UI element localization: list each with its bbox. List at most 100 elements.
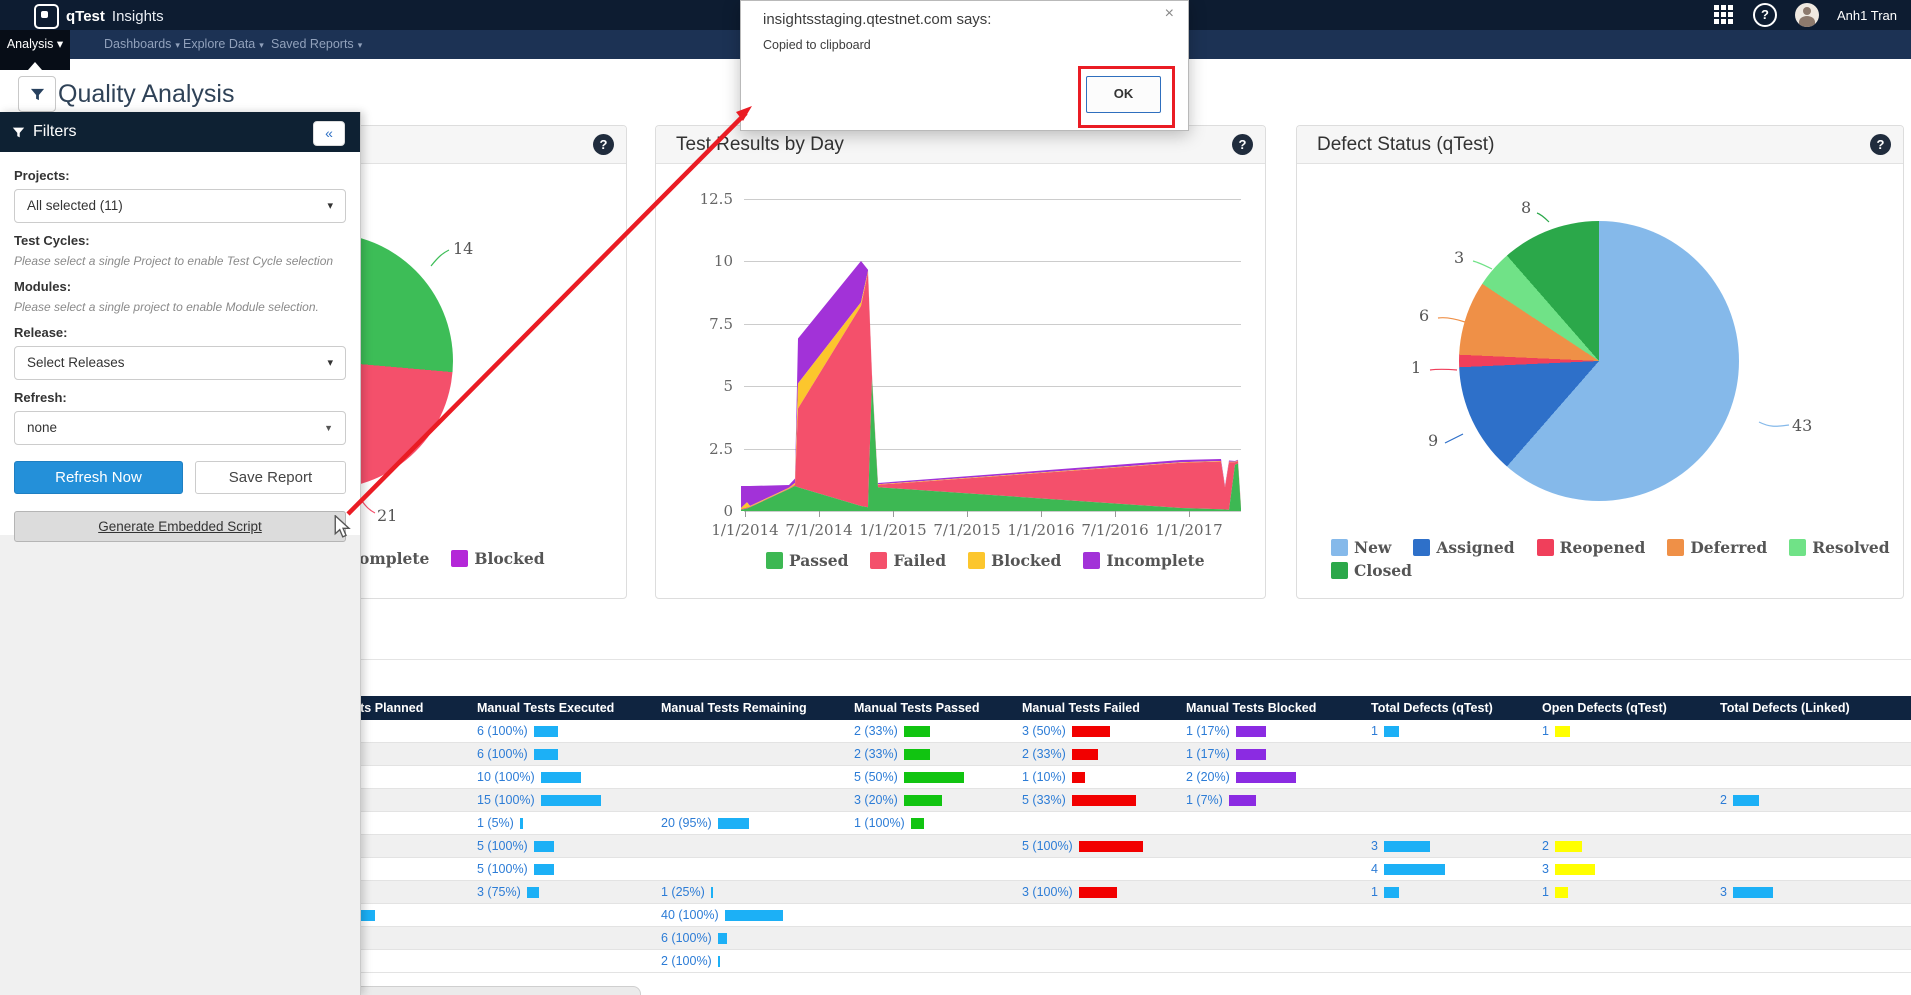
avatar[interactable] (1795, 3, 1819, 27)
cell-value-link[interactable]: 3 (75%) (477, 885, 521, 899)
cell-value-link[interactable]: 2 (1720, 793, 1727, 807)
column-header[interactable]: Manual Tests Blocked (1178, 701, 1363, 715)
table-cell: 2 (20%) (1178, 770, 1363, 784)
pie-chart[interactable] (1459, 221, 1739, 501)
cell-value-link[interactable]: 1 (100%) (854, 816, 905, 830)
help-icon[interactable]: ? (1753, 3, 1777, 27)
legend-label: Closed (1354, 561, 1412, 580)
cell-value-link[interactable]: 2 (20%) (1186, 770, 1230, 784)
cell-value-link[interactable]: 3 (1542, 862, 1549, 876)
cell-value-link[interactable]: 5 (100%) (477, 839, 528, 853)
pie-data-label: 43 (1792, 416, 1812, 435)
table-cell: 3 (100%) (1014, 885, 1178, 899)
cell-value-link[interactable]: 5 (100%) (477, 862, 528, 876)
legend-item[interactable]: Assigned (1413, 538, 1514, 557)
refresh-select[interactable]: none ▼ (14, 411, 346, 445)
legend-item[interactable]: Reopened (1537, 538, 1646, 557)
cell-value-link[interactable]: 20 (95%) (661, 816, 712, 830)
cell-value-link[interactable]: 5 (33%) (1022, 793, 1066, 807)
close-icon[interactable]: × (1165, 5, 1174, 23)
table-row: 6 (100%) (285, 927, 1911, 950)
legend-item[interactable]: Incomplete (1083, 551, 1204, 570)
column-header[interactable]: Manual Tests Failed (1014, 701, 1178, 715)
legend-item[interactable]: Passed (766, 551, 848, 570)
legend-item[interactable]: Closed (1331, 561, 1412, 580)
cell-bar (1072, 772, 1085, 783)
cell-value-link[interactable]: 1 (25%) (661, 885, 705, 899)
cell-value-link[interactable]: 1 (1371, 724, 1378, 738)
cell-bar (904, 749, 930, 760)
cell-value-link[interactable]: 4 (1371, 862, 1378, 876)
save-report-button[interactable]: Save Report (195, 461, 346, 494)
cell-value-link[interactable]: 15 (100%) (477, 793, 535, 807)
test-cycles-label: Test Cycles: (14, 233, 346, 248)
cell-value-link[interactable]: 5 (50%) (854, 770, 898, 784)
legend-item[interactable]: Blocked (451, 549, 544, 568)
cell-value-link[interactable]: 40 (100%) (661, 908, 719, 922)
cell-value-link[interactable]: 2 (33%) (1022, 747, 1066, 761)
column-header[interactable]: Open Defects (qTest) (1534, 701, 1712, 715)
refresh-now-button[interactable]: Refresh Now (14, 461, 183, 494)
question-icon[interactable]: ? (1232, 134, 1253, 155)
projects-select[interactable]: All selected (11) ▾ (14, 189, 346, 223)
cell-value-link[interactable]: 1 (1542, 724, 1549, 738)
legend-item[interactable]: Deferred (1667, 538, 1767, 557)
question-icon[interactable]: ? (1870, 134, 1891, 155)
column-header[interactable]: Manual Tests Remaining (653, 701, 846, 715)
cell-bar (1229, 795, 1256, 806)
cell-value-link[interactable]: 1 (7%) (1186, 793, 1223, 807)
cell-value-link[interactable]: 1 (17%) (1186, 724, 1230, 738)
cell-value-link[interactable]: 3 (1371, 839, 1378, 853)
active-tab-notch (28, 62, 42, 70)
cell-value-link[interactable]: 6 (100%) (477, 724, 528, 738)
x-axis-tick-label: 1/1/2016 (1001, 521, 1081, 539)
column-header[interactable]: Manual Tests Executed (469, 701, 653, 715)
collapse-panel-button[interactable]: « (313, 121, 345, 146)
cell-value-link[interactable]: 3 (100%) (1022, 885, 1073, 899)
cell-value-link[interactable]: 6 (100%) (477, 747, 528, 761)
cell-value-link[interactable]: 1 (10%) (1022, 770, 1066, 784)
cell-value-link[interactable]: 2 (33%) (854, 724, 898, 738)
apps-grid-icon[interactable] (1714, 5, 1735, 26)
legend-item[interactable]: Resolved (1789, 538, 1889, 557)
menu-item-dashboards[interactable]: Dashboards▾ (104, 30, 180, 59)
cell-value-link[interactable]: 1 (17%) (1186, 747, 1230, 761)
cell-value-link[interactable]: 2 (1542, 839, 1549, 853)
cell-bar (1072, 795, 1136, 806)
menu-item-explore-data[interactable]: Explore Data▾ (183, 30, 264, 59)
cell-value-link[interactable]: 3 (1720, 885, 1727, 899)
ok-button[interactable]: OK (1086, 76, 1161, 113)
table-row: 40 (100%) (285, 904, 1911, 927)
menu-item-saved-reports[interactable]: Saved Reports▾ (271, 30, 362, 59)
legend-item[interactable]: Blocked (968, 551, 1061, 570)
cell-value-link[interactable]: 2 (33%) (854, 747, 898, 761)
legend-item[interactable]: Failed (870, 551, 946, 570)
cell-value-link[interactable]: 2 (100%) (661, 954, 712, 968)
y-axis-tick: 10 (683, 252, 733, 270)
menu-item-analysis[interactable]: Analysis ▾ (0, 30, 70, 70)
cell-value-link[interactable]: 1 (1371, 885, 1378, 899)
legend-label: New (1354, 538, 1391, 557)
table-cell: 40 (100%) (653, 908, 846, 922)
column-header[interactable]: Manual Tests Passed (846, 701, 1014, 715)
generate-embedded-script-button[interactable]: Generate Embedded Script (14, 511, 346, 542)
release-select[interactable]: Select Releases ▾ (14, 346, 346, 380)
column-header[interactable]: Total Defects (qTest) (1363, 701, 1534, 715)
cell-value-link[interactable]: 1 (5%) (477, 816, 514, 830)
cell-value-link[interactable]: 3 (50%) (1022, 724, 1066, 738)
cell-value-link[interactable]: 6 (100%) (661, 931, 712, 945)
cell-value-link[interactable]: 10 (100%) (477, 770, 535, 784)
card-title: Defect Status (qTest) (1317, 134, 1494, 156)
cell-value-link[interactable]: 5 (100%) (1022, 839, 1073, 853)
user-name[interactable]: Anh1 Tran (1837, 8, 1897, 23)
legend-swatch (1789, 539, 1806, 556)
cell-value-link[interactable]: 1 (1542, 885, 1549, 899)
cell-value-link[interactable]: 3 (20%) (854, 793, 898, 807)
question-icon[interactable]: ? (593, 134, 614, 155)
filter-toggle-button[interactable] (18, 76, 56, 112)
chevron-down-icon: ▾ (175, 40, 180, 50)
legend-swatch (1537, 539, 1554, 556)
column-header[interactable]: Total Defects (Linked) (1712, 701, 1911, 715)
legend-item[interactable]: omplete (359, 549, 429, 568)
legend-item[interactable]: New (1331, 538, 1391, 557)
